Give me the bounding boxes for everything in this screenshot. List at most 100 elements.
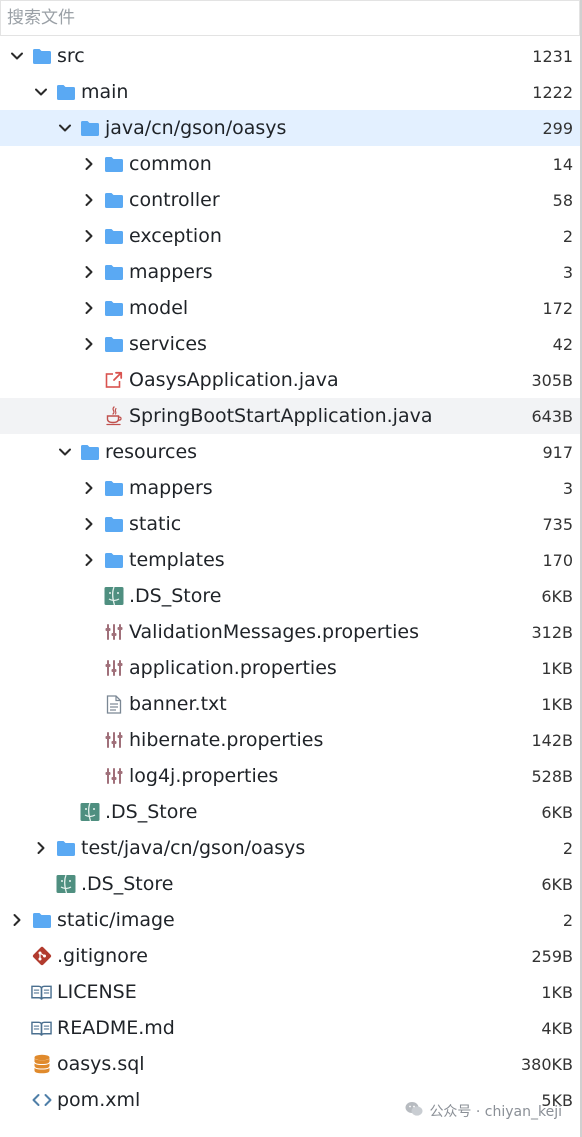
tree-item-name: common (129, 153, 212, 175)
chevron-right-icon[interactable] (82, 337, 96, 351)
item-count: 2 (562, 226, 573, 246)
tree-folder-row[interactable]: static/image 2 (0, 902, 580, 938)
search-input[interactable] (1, 1, 579, 35)
chevron-down-icon[interactable] (10, 49, 24, 63)
tree-file-row[interactable]: OasysApplication.java 305B (0, 362, 580, 398)
tree-folder-row[interactable]: templates 170 (0, 542, 580, 578)
tree-item-name: SpringBootStartApplication.java (129, 405, 433, 427)
tree-file-row[interactable]: oasys.sql 380KB (0, 1046, 580, 1082)
folder-icon (103, 550, 124, 570)
chevron-right-icon[interactable] (82, 265, 96, 279)
item-count: 3 (562, 262, 573, 282)
search-box[interactable] (0, 0, 580, 36)
tree-folder-row[interactable]: main 1222 (0, 74, 580, 110)
git-icon (31, 946, 52, 966)
chevron-down-icon[interactable] (58, 445, 72, 459)
text-file-icon (103, 694, 124, 714)
tree-folder-row[interactable]: exception 2 (0, 218, 580, 254)
tree-file-row[interactable]: ValidationMessages.properties 312B (0, 614, 580, 650)
tree-folder-row[interactable]: java/cn/gson/oasys 299 (0, 110, 580, 146)
tree-file-row[interactable]: hibernate.properties 142B (0, 722, 580, 758)
chevron-right-icon[interactable] (82, 301, 96, 315)
tree-file-row[interactable]: .DS_Store 6KB (0, 866, 580, 902)
chevron-down-icon[interactable] (34, 85, 48, 99)
folder-icon (103, 478, 124, 498)
tree-folder-row[interactable]: src 1231 (0, 38, 580, 74)
tree-file-row[interactable]: README.md 4KB (0, 1010, 580, 1046)
tree-file-row[interactable]: log4j.properties 528B (0, 758, 580, 794)
ds-store-icon (79, 802, 100, 822)
tree-folder-row[interactable]: mappers 3 (0, 470, 580, 506)
book-icon (31, 1018, 52, 1038)
tree-item-name: mappers (129, 261, 213, 283)
folder-icon (31, 46, 52, 66)
tree-file-row[interactable]: LICENSE 1KB (0, 974, 580, 1010)
tree-file-row[interactable]: .DS_Store 6KB (0, 578, 580, 614)
chevron-right-icon[interactable] (82, 517, 96, 531)
file-size: 1KB (541, 982, 573, 1002)
chevron-right-icon[interactable] (82, 229, 96, 243)
item-count: 917 (542, 442, 573, 462)
tree-item-name: main (81, 81, 129, 103)
properties-file-icon (103, 766, 124, 786)
tree-item-name: test/java/cn/gson/oasys (81, 837, 306, 859)
tree-item-name: mappers (129, 477, 213, 499)
tree-item-name: oasys.sql (57, 1053, 145, 1075)
item-count: 735 (542, 514, 573, 534)
tree-file-row[interactable]: SpringBootStartApplication.java 643B (0, 398, 580, 434)
tree-item-name: log4j.properties (129, 765, 279, 787)
tree-folder-row[interactable]: controller 58 (0, 182, 580, 218)
file-size: 142B (531, 730, 573, 750)
tree-folder-row[interactable]: test/java/cn/gson/oasys 2 (0, 830, 580, 866)
ds-store-icon (103, 586, 124, 606)
chevron-right-icon[interactable] (82, 553, 96, 567)
file-size: 259B (531, 946, 573, 966)
file-size: 380KB (520, 1054, 573, 1074)
tree-folder-row[interactable]: services 42 (0, 326, 580, 362)
file-size: 6KB (541, 802, 573, 822)
chevron-down-icon[interactable] (58, 121, 72, 135)
tree-item-name: ValidationMessages.properties (129, 621, 419, 643)
chevron-right-icon[interactable] (34, 841, 48, 855)
tree-item-name: README.md (57, 1017, 175, 1039)
watermark-text: 公众号 · chiyan_keji (429, 1104, 562, 1120)
java-file-link-icon (103, 370, 124, 390)
item-count: 1231 (532, 46, 573, 66)
tree-file-row[interactable]: .gitignore 259B (0, 938, 580, 974)
chevron-right-icon[interactable] (82, 157, 96, 171)
tree-item-name: .DS_Store (81, 873, 174, 895)
folder-icon (103, 298, 124, 318)
tree-item-name: application.properties (129, 657, 337, 679)
folder-icon (103, 226, 124, 246)
tree-item-name: controller (129, 189, 220, 211)
code-icon (31, 1090, 52, 1110)
properties-file-icon (103, 622, 124, 642)
tree-item-name: .DS_Store (129, 585, 222, 607)
tree-item-name: static/image (57, 909, 175, 931)
item-count: 170 (542, 550, 573, 570)
tree-folder-row[interactable]: mappers 3 (0, 254, 580, 290)
tree-folder-row[interactable]: model 172 (0, 290, 580, 326)
folder-icon (55, 82, 76, 102)
tree-folder-row[interactable]: static 735 (0, 506, 580, 542)
tree-file-row[interactable]: application.properties 1KB (0, 650, 580, 686)
chevron-right-icon[interactable] (10, 913, 24, 927)
folder-icon (103, 334, 124, 354)
tree-item-name: .DS_Store (105, 801, 198, 823)
ds-store-icon (55, 874, 76, 894)
tree-file-row[interactable]: .DS_Store 6KB (0, 794, 580, 830)
tree-item-name: java/cn/gson/oasys (105, 117, 287, 139)
folder-icon (55, 838, 76, 858)
file-size: 1KB (541, 658, 573, 678)
tree-folder-row[interactable]: common 14 (0, 146, 580, 182)
file-size: 1KB (541, 694, 573, 714)
file-size: 6KB (541, 874, 573, 894)
tree-item-name: resources (105, 441, 198, 463)
tree-file-row[interactable]: banner.txt 1KB (0, 686, 580, 722)
tree-folder-row[interactable]: resources 917 (0, 434, 580, 470)
folder-icon (31, 910, 52, 930)
chevron-right-icon[interactable] (82, 481, 96, 495)
chevron-right-icon[interactable] (82, 193, 96, 207)
item-count: 58 (552, 190, 573, 210)
item-count: 2 (562, 910, 573, 930)
